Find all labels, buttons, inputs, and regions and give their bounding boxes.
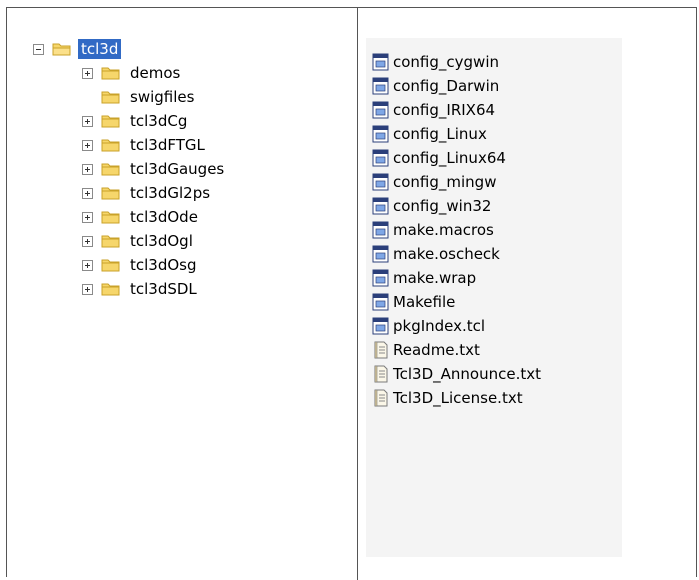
collapse-icon[interactable] bbox=[33, 43, 44, 55]
file-label: config_cygwin bbox=[393, 53, 499, 71]
file-item[interactable]: pkgIndex.tcl bbox=[372, 314, 485, 338]
text-file-icon bbox=[374, 365, 388, 383]
file-label: pkgIndex.tcl bbox=[393, 317, 486, 335]
makefile-icon bbox=[372, 221, 389, 239]
file-label: Tcl3D_Announce.txt bbox=[393, 365, 541, 383]
text-file-icon bbox=[374, 341, 388, 359]
tree-item-tcl3dftgl[interactable]: tcl3dFTGL bbox=[82, 133, 208, 157]
tree-item-tcl3dgl2ps[interactable]: tcl3dGl2ps bbox=[82, 181, 213, 205]
file-item[interactable]: Readme.txt bbox=[372, 338, 480, 362]
makefile-icon bbox=[372, 53, 389, 71]
expand-icon[interactable] bbox=[82, 283, 93, 295]
file-label: Makefile bbox=[393, 293, 456, 311]
file-item[interactable]: make.macros bbox=[372, 218, 494, 242]
tree-item-swigfiles[interactable]: swigfiles bbox=[82, 85, 197, 109]
file-item[interactable]: make.oscheck bbox=[372, 242, 500, 266]
folder-icon bbox=[101, 283, 120, 296]
makefile-icon bbox=[372, 173, 389, 191]
file-label: config_Linux64 bbox=[393, 149, 506, 167]
tree-label: tcl3dOsg bbox=[130, 256, 197, 274]
column-divider bbox=[357, 7, 358, 580]
tree-label-root: tcl3d bbox=[78, 39, 122, 59]
expand-icon[interactable] bbox=[82, 235, 93, 247]
file-item[interactable]: config_cygwin bbox=[372, 50, 499, 74]
expand-icon[interactable] bbox=[82, 67, 93, 79]
file-item[interactable]: config_Linux64 bbox=[372, 146, 506, 170]
file-item[interactable]: config_win32 bbox=[372, 194, 491, 218]
file-label: make.wrap bbox=[393, 269, 477, 287]
makefile-icon bbox=[372, 245, 389, 263]
folder-icon bbox=[101, 91, 120, 104]
makefile-icon bbox=[372, 101, 389, 119]
file-label: Tcl3D_License.txt bbox=[393, 389, 523, 407]
file-label: make.oscheck bbox=[393, 245, 500, 263]
tree-item-tcl3dogl[interactable]: tcl3dOgl bbox=[82, 229, 196, 253]
file-label: make.macros bbox=[393, 221, 494, 239]
expand-icon[interactable] bbox=[82, 115, 93, 127]
makefile-icon bbox=[372, 77, 389, 95]
expand-icon[interactable] bbox=[82, 211, 93, 223]
expand-icon[interactable] bbox=[82, 139, 93, 151]
folder-icon bbox=[101, 67, 120, 80]
tree-item-demos[interactable]: demos bbox=[82, 61, 183, 85]
folder-icon bbox=[101, 139, 120, 152]
file-label: Readme.txt bbox=[393, 341, 480, 359]
tree-label: tcl3dGl2ps bbox=[130, 184, 211, 202]
makefile-icon bbox=[372, 269, 389, 287]
folder-icon bbox=[101, 235, 120, 248]
tree-label: swigfiles bbox=[130, 88, 195, 106]
tree-label: tcl3dGauges bbox=[130, 160, 225, 178]
file-item[interactable]: Tcl3D_Announce.txt bbox=[372, 362, 541, 386]
file-label: config_win32 bbox=[393, 197, 492, 215]
file-item[interactable]: Makefile bbox=[372, 290, 455, 314]
tree-label: tcl3dFTGL bbox=[130, 136, 205, 154]
expand-icon[interactable] bbox=[82, 259, 93, 271]
tree-item-tcl3dcg[interactable]: tcl3dCg bbox=[82, 109, 190, 133]
expand-icon[interactable] bbox=[82, 187, 93, 199]
folder-open-icon bbox=[52, 43, 71, 56]
makefile-icon bbox=[372, 197, 389, 215]
tree-item-tcl3dode[interactable]: tcl3dOde bbox=[82, 205, 201, 229]
folder-icon bbox=[101, 163, 120, 176]
tree-label: demos bbox=[130, 64, 181, 82]
tree-label: tcl3dOgl bbox=[130, 232, 193, 250]
folder-icon bbox=[101, 187, 120, 200]
tree-item-tcl3dosg[interactable]: tcl3dOsg bbox=[82, 253, 200, 277]
makefile-icon bbox=[372, 149, 389, 167]
text-file-icon bbox=[374, 389, 388, 407]
file-item[interactable]: make.wrap bbox=[372, 266, 476, 290]
file-item[interactable]: config_mingw bbox=[372, 170, 496, 194]
tree-item-root[interactable]: tcl3d bbox=[33, 37, 122, 61]
expand-icon[interactable] bbox=[82, 163, 93, 175]
folder-icon bbox=[101, 115, 120, 128]
file-item[interactable]: config_Darwin bbox=[372, 74, 499, 98]
tree-item-tcl3dgauges[interactable]: tcl3dGauges bbox=[82, 157, 227, 181]
makefile-icon bbox=[372, 293, 389, 311]
file-label: config_IRIX64 bbox=[393, 101, 496, 119]
tree-label: tcl3dSDL bbox=[130, 280, 197, 298]
makefile-icon bbox=[372, 125, 389, 143]
file-item[interactable]: config_Linux bbox=[372, 122, 487, 146]
makefile-icon bbox=[372, 317, 389, 335]
file-label: config_Darwin bbox=[393, 77, 500, 95]
folder-icon bbox=[101, 211, 120, 224]
file-label: config_Linux bbox=[393, 125, 487, 143]
folder-icon bbox=[101, 259, 120, 272]
tree-label: tcl3dCg bbox=[130, 112, 188, 130]
tree-item-tcl3dsdl[interactable]: tcl3dSDL bbox=[82, 277, 200, 301]
file-item[interactable]: Tcl3D_License.txt bbox=[372, 386, 523, 410]
file-item[interactable]: config_IRIX64 bbox=[372, 98, 495, 122]
file-label: config_mingw bbox=[393, 173, 497, 191]
tree-label: tcl3dOde bbox=[130, 208, 198, 226]
